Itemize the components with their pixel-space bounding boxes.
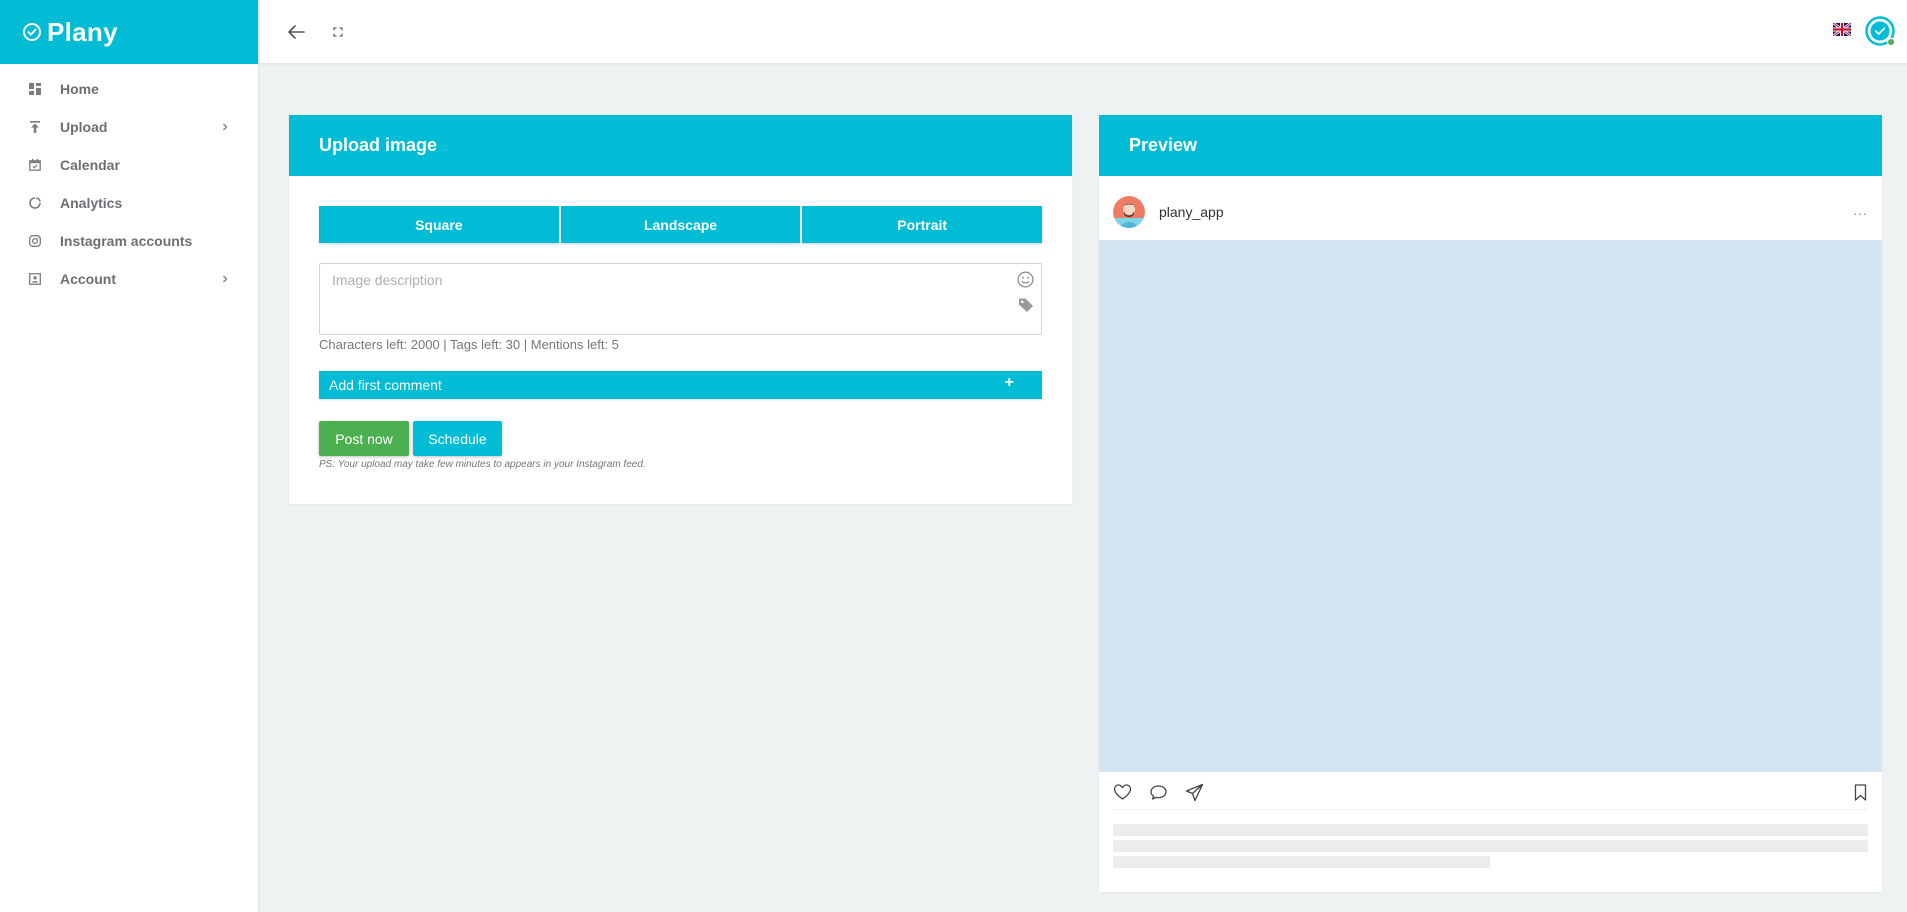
more-options-icon[interactable]: ... [1853, 202, 1868, 218]
character-counter: Characters left: 2000 | Tags left: 30 | … [319, 337, 619, 352]
caption-skeleton-line [1113, 856, 1490, 868]
fullscreen-icon[interactable] [331, 25, 345, 39]
upload-card: Upload image Square Landscape Portrait C… [289, 115, 1072, 504]
image-description-input[interactable] [320, 264, 1041, 334]
bookmark-icon[interactable] [1851, 783, 1870, 802]
clock-logo-icon [23, 23, 41, 41]
sidebar-item-label: Upload [60, 119, 108, 135]
sidebar-item-label: Calendar [60, 157, 120, 173]
chevron-right-icon [223, 123, 228, 131]
sidebar: Plany Home Upload Calendar Analytics Ins… [0, 0, 259, 912]
schedule-button[interactable]: Schedule [413, 421, 502, 456]
emoji-icon[interactable] [1017, 271, 1034, 288]
user-status-icon[interactable] [1865, 16, 1897, 48]
preview-divider [1113, 809, 1868, 810]
sidebar-item-account[interactable]: Account [0, 260, 258, 298]
avatar [1113, 196, 1145, 228]
preview-card-title: Preview [1099, 115, 1882, 176]
dashboard-icon [29, 83, 41, 95]
sidebar-item-label: Account [60, 271, 116, 287]
format-portrait-button[interactable]: Portrait [802, 206, 1043, 243]
sidebar-item-label: Analytics [60, 195, 123, 211]
instagram-icon [29, 235, 41, 247]
sidebar-item-calendar[interactable]: Calendar [0, 146, 258, 184]
back-arrow-icon[interactable] [284, 20, 308, 44]
add-first-comment-button[interactable]: Add first comment + [319, 371, 1042, 399]
chevron-right-icon [223, 275, 228, 283]
sidebar-item-upload[interactable]: Upload [0, 108, 258, 146]
preview-actions [1099, 772, 1882, 810]
preview-card: Preview plany_app ... [1099, 115, 1882, 892]
format-landscape-button[interactable]: Landscape [560, 206, 801, 243]
plus-icon: + [1004, 374, 1014, 391]
share-icon[interactable] [1185, 783, 1204, 802]
sidebar-item-home[interactable]: Home [0, 70, 258, 108]
heart-icon[interactable] [1113, 783, 1132, 802]
sidebar-nav: Home Upload Calendar Analytics Instagram… [0, 64, 258, 298]
sidebar-item-label: Instagram accounts [60, 233, 193, 249]
add-first-comment-label: Add first comment [329, 377, 442, 393]
preview-image-placeholder [1099, 240, 1882, 772]
upload-icon [29, 121, 41, 133]
account-icon [29, 273, 41, 285]
comment-icon[interactable] [1149, 783, 1168, 802]
format-square-button[interactable]: Square [319, 206, 559, 243]
description-box [319, 263, 1042, 335]
preview-post-header: plany_app ... [1099, 184, 1882, 239]
calendar-icon [29, 159, 41, 171]
uk-flag-icon[interactable] [1833, 23, 1851, 36]
sidebar-item-analytics[interactable]: Analytics [0, 184, 258, 222]
topbar [260, 0, 1907, 64]
caption-skeleton-line [1113, 840, 1868, 852]
analytics-icon [29, 197, 41, 209]
sidebar-item-instagram-accounts[interactable]: Instagram accounts [0, 222, 258, 260]
post-now-button[interactable]: Post now [319, 421, 409, 456]
brand[interactable]: Plany [0, 0, 258, 64]
caption-skeleton-line [1113, 824, 1868, 836]
tag-icon[interactable] [1018, 297, 1034, 313]
upload-card-title: Upload image [289, 115, 1072, 176]
sidebar-item-label: Home [60, 81, 99, 97]
brand-name: Plany [47, 16, 118, 47]
preview-username: plany_app [1159, 204, 1224, 220]
upload-note: PS: Your upload may take few minutes to … [319, 459, 646, 470]
format-selector: Square Landscape Portrait [319, 206, 1043, 243]
